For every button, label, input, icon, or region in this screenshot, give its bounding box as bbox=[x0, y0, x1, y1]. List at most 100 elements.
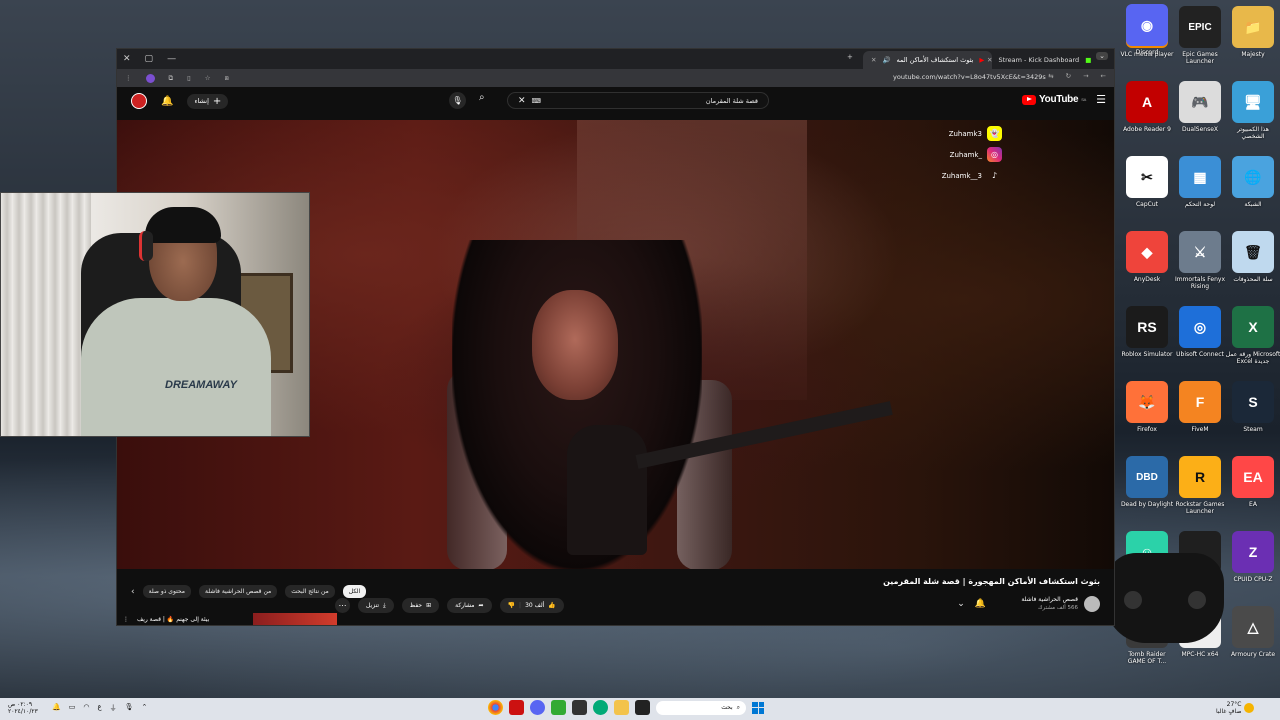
microphone-icon[interactable]: 🎙 bbox=[125, 703, 134, 713]
desktop-app-icon: F bbox=[1179, 381, 1221, 423]
notifications-bell-icon[interactable]: 🔔 bbox=[161, 96, 173, 107]
chip-channel[interactable]: من قصص الحراشية فاشلة bbox=[198, 585, 278, 598]
account-avatar[interactable] bbox=[131, 93, 147, 109]
related-video[interactable]: ⋮ بيئة إلى جهنم 🔥 | قصة ريف bbox=[123, 613, 338, 625]
desktop-icon[interactable]: △ Armoury Crate bbox=[1226, 602, 1280, 674]
channel-name[interactable]: قصص الحراشية فاشلة bbox=[1021, 596, 1078, 604]
usb-icon[interactable]: ⏚ bbox=[110, 703, 117, 713]
chrome-icon[interactable] bbox=[488, 700, 503, 715]
tab-youtube[interactable]: ✕ 🔊 بثوث استكشاف الأماكن المه ▶ bbox=[863, 51, 993, 69]
start-button[interactable] bbox=[752, 701, 764, 714]
like-dislike-button[interactable]: 👎 | 30 ألف 👍 bbox=[499, 598, 564, 613]
chevron-down-icon[interactable]: ⌄ bbox=[957, 599, 965, 609]
forward-icon[interactable]: → bbox=[1083, 72, 1088, 80]
terminal-icon[interactable] bbox=[635, 700, 650, 715]
chip-related[interactable]: محتوى ذو صلة bbox=[142, 585, 191, 598]
download-button[interactable]: تنزيل ⤓ bbox=[358, 598, 394, 613]
desktop-icon[interactable]: 🎮 DualSenseX bbox=[1173, 77, 1227, 149]
share-button[interactable]: مشاركة ➦ bbox=[447, 598, 492, 613]
desktop-icon[interactable]: R Rockstar Games Launcher bbox=[1173, 452, 1227, 524]
desktop-icon[interactable]: A Adobe Reader 9 bbox=[1120, 77, 1174, 149]
chip-all[interactable]: الكل bbox=[342, 585, 367, 598]
maximize-icon[interactable]: ▢ bbox=[145, 54, 154, 64]
reload-icon[interactable]: ↻ bbox=[1066, 72, 1071, 80]
download-icon: ⤓ bbox=[383, 601, 386, 609]
site-settings-icon[interactable]: ⇆ bbox=[1048, 72, 1053, 80]
desktop-icon-label: Ubisoft Connect bbox=[1176, 351, 1224, 358]
url-field[interactable]: youtube.com/watch?v=L8o47tv5XcE&t=3429s bbox=[893, 73, 1046, 81]
more-actions-icon[interactable]: ⋯ bbox=[335, 598, 350, 613]
desktop-icon[interactable]: ◆ AnyDesk bbox=[1120, 227, 1174, 299]
chip-search-results[interactable]: من نتائج البحث bbox=[285, 585, 335, 598]
desktop-app-icon: ⚔ bbox=[1179, 231, 1221, 273]
minimize-icon[interactable]: — bbox=[167, 54, 176, 64]
channel-avatar[interactable] bbox=[1084, 596, 1100, 612]
chevron-left-icon[interactable]: ‹ bbox=[131, 587, 135, 597]
search-icon[interactable]: ⌕ bbox=[479, 92, 485, 103]
battery-icon[interactable]: ▭ bbox=[69, 703, 76, 713]
save-button[interactable]: حفظ ⊞ bbox=[401, 598, 440, 613]
show-hidden-icons[interactable]: ⌃ bbox=[142, 703, 148, 713]
headset-icon bbox=[139, 231, 153, 261]
new-tab-icon[interactable]: + bbox=[847, 53, 853, 61]
search-input[interactable]: ✕ ⌨ قصة شلة المقرمان bbox=[507, 92, 769, 109]
keyboard-icon[interactable]: ⌨ bbox=[532, 97, 541, 105]
wifi-icon[interactable]: ◠ bbox=[83, 703, 89, 713]
voice-search-icon[interactable]: 🎙 bbox=[449, 92, 466, 109]
desktop-icon[interactable]: 🌐 الشبكة bbox=[1226, 152, 1280, 224]
taskbar-search[interactable]: بحث ⌕ bbox=[656, 700, 746, 715]
bookmark-star-icon[interactable]: ☆ bbox=[205, 74, 211, 83]
desktop-icon[interactable]: 📁 Majesty bbox=[1226, 2, 1280, 74]
desktop-icon[interactable]: ◎ Ubisoft Connect bbox=[1173, 302, 1227, 374]
notifications-icon[interactable]: 🔔 bbox=[52, 703, 61, 713]
desktop-icon[interactable]: F FiveM bbox=[1173, 377, 1227, 449]
channel-info[interactable]: قصص الحراشية فاشلة 566 ألف مشترك bbox=[1021, 596, 1100, 612]
hamburger-menu-icon[interactable]: ☰ bbox=[1096, 93, 1106, 106]
subscribed-bell-icon[interactable]: 🔔 bbox=[975, 599, 986, 609]
desktop-icon[interactable]: EPIC Epic Games Launcher bbox=[1173, 2, 1227, 74]
related-video-title[interactable]: بيئة إلى جهنم 🔥 | قصة ريف bbox=[137, 616, 209, 623]
desktop-icon-label: Discord bbox=[1135, 49, 1159, 56]
tab-search-icon[interactable]: ⌄ bbox=[1096, 52, 1108, 60]
screen-cast-icon[interactable]: ⧈ bbox=[225, 74, 229, 83]
desktop-icon[interactable]: ⚔ Immortals Fenyx Rising bbox=[1173, 227, 1227, 299]
desktop-icon[interactable]: S Steam bbox=[1226, 377, 1280, 449]
obs-icon[interactable] bbox=[572, 700, 587, 715]
dislike-icon[interactable]: 👎 bbox=[508, 602, 515, 609]
discord-icon[interactable] bbox=[530, 700, 545, 715]
related-menu-icon[interactable]: ⋮ bbox=[123, 616, 129, 623]
video-details: ‹ محتوى ذو صلة من قصص الحراشية فاشلة من … bbox=[117, 569, 1114, 625]
desktop-icon[interactable]: ✂ CapCut bbox=[1120, 152, 1174, 224]
desktop-icon[interactable]: 🗑 سلة المحذوفات bbox=[1226, 227, 1280, 299]
language-indicator[interactable]: ع bbox=[97, 703, 101, 713]
edge-icon[interactable] bbox=[593, 700, 608, 715]
desktop-icon[interactable]: DBD Dead by Daylight bbox=[1120, 452, 1174, 524]
file-explorer-icon[interactable] bbox=[614, 700, 629, 715]
clock[interactable]: ٠٢:٠٩ ص ٢٠٢٤/١٠/٢٣ bbox=[8, 701, 38, 715]
desktop-icon[interactable]: 🦊 Firefox bbox=[1120, 377, 1174, 449]
sidebar-icon[interactable]: ▯ bbox=[187, 74, 191, 83]
weather-widget[interactable]: 27°C صافٍ غالبا bbox=[1216, 701, 1255, 715]
desktop-icon[interactable]: ◉ Discord bbox=[1120, 0, 1174, 72]
close-window-icon[interactable]: ✕ bbox=[123, 54, 131, 64]
profile-icon[interactable] bbox=[145, 73, 155, 83]
youtube-logo[interactable]: YouTube SA bbox=[1022, 94, 1086, 105]
close-tab-icon[interactable]: ✕ bbox=[871, 56, 876, 64]
game-app-icon[interactable] bbox=[551, 700, 566, 715]
extensions-icon[interactable]: ⧉ bbox=[169, 74, 174, 83]
desktop-icon[interactable]: 🖥 هذا الكمبيوتر الشخصي bbox=[1226, 77, 1280, 149]
tab-kick[interactable]: ✕ Stream - Kick Dashboard ■ bbox=[979, 51, 1099, 69]
like-icon[interactable]: 👍 bbox=[548, 602, 555, 609]
recording-app-icon[interactable] bbox=[509, 700, 524, 715]
desktop-icon[interactable]: X ورقة عمل Microsoft Excel جديدة bbox=[1226, 302, 1280, 374]
desktop-icon[interactable]: RS Roblox Simulator bbox=[1120, 302, 1174, 374]
desktop-icon[interactable]: EA EA bbox=[1226, 452, 1280, 524]
create-button[interactable]: إنشاء + bbox=[187, 93, 229, 109]
related-video-thumbnail[interactable] bbox=[253, 613, 338, 625]
clear-search-icon[interactable]: ✕ bbox=[518, 96, 526, 106]
close-tab-icon[interactable]: ✕ bbox=[987, 56, 992, 64]
desktop-icon[interactable]: Z CPUID CPU-Z bbox=[1226, 527, 1280, 599]
back-icon[interactable]: ← bbox=[1101, 72, 1106, 80]
menu-dots-icon[interactable]: ⋮ bbox=[125, 74, 132, 83]
desktop-icon[interactable]: ▦ لوحة التحكم bbox=[1173, 152, 1227, 224]
